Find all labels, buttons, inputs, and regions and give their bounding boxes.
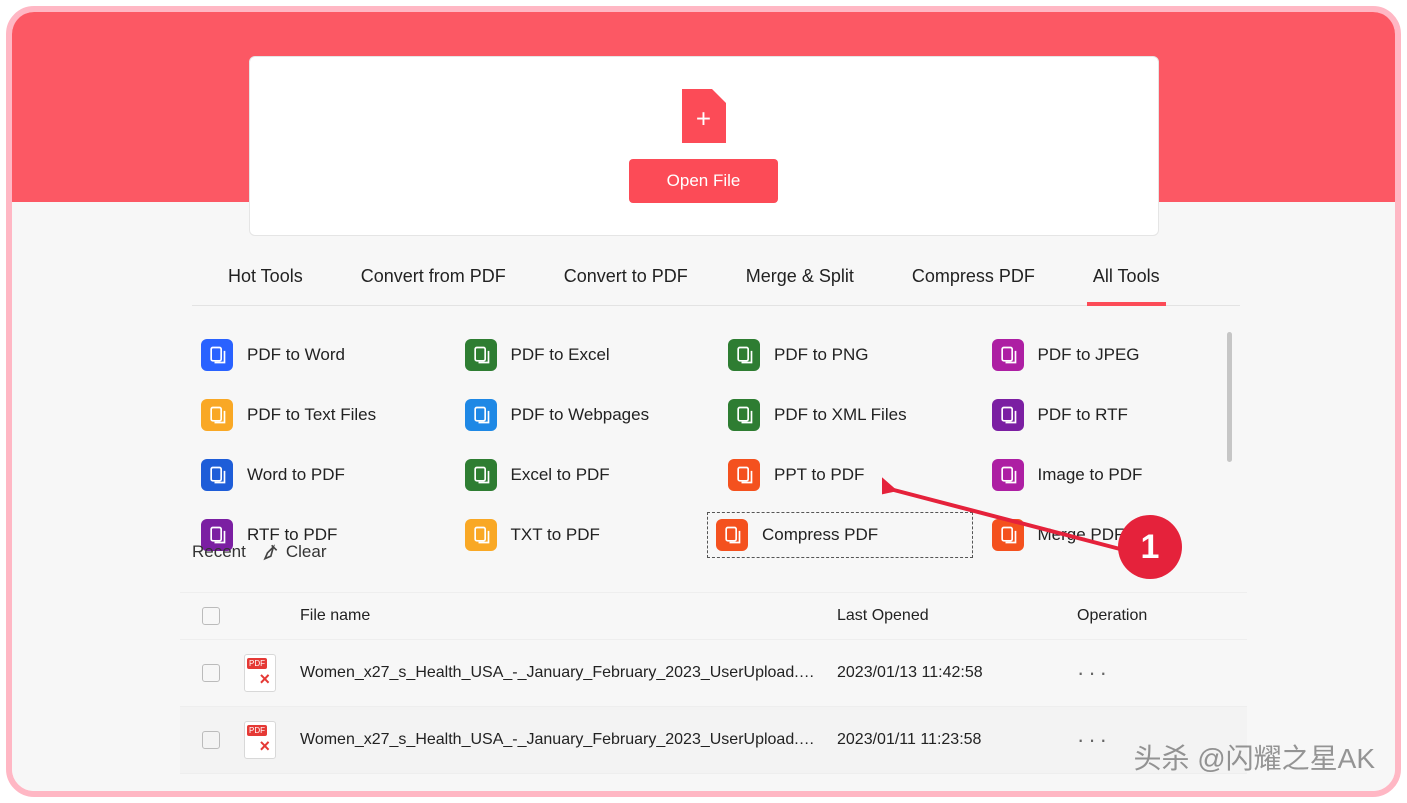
tool-icon [728, 399, 760, 431]
tool-merge-pdf[interactable]: Merge PDF [987, 512, 1237, 558]
tool-pdf-to-xml-files[interactable]: PDF to XML Files [723, 392, 973, 438]
tool-label: Word to PDF [247, 465, 345, 485]
tool-icon [465, 459, 497, 491]
tool-icon [465, 519, 497, 551]
last-opened: 2023/01/11 11:23:58 [837, 731, 1077, 749]
tool-pdf-to-jpeg[interactable]: PDF to JPEG [987, 332, 1237, 378]
open-file-card[interactable]: + Open File [249, 56, 1159, 236]
tool-pdf-to-text-files[interactable]: PDF to Text Files [196, 392, 446, 438]
tool-label: PDF to Webpages [511, 405, 650, 425]
broom-icon [260, 542, 280, 562]
app-window: + Open File Hot Tools Convert from PDF Con… [6, 6, 1401, 797]
tab-from[interactable]: Convert from PDF [361, 252, 506, 305]
tool-icon [992, 519, 1024, 551]
tool-word-to-pdf[interactable]: Word to PDF [196, 452, 446, 498]
col-filename: File name [300, 607, 837, 625]
tool-label: PDF to XML Files [774, 405, 907, 425]
table-row[interactable]: Women_x27_s_Health_USA_-_January_Februar… [180, 640, 1247, 707]
tab-all[interactable]: All Tools [1093, 252, 1160, 305]
tool-image-to-pdf[interactable]: Image to PDF [987, 452, 1237, 498]
pdf-file-icon [244, 721, 276, 759]
tools-grid: PDF to Word PDF to Excel PDF to PNG PDF to … [192, 332, 1240, 558]
row-operations-button[interactable]: ··· [1077, 660, 1237, 686]
tool-label: Merge PDF [1038, 525, 1125, 545]
tab-to[interactable]: Convert to PDF [564, 252, 688, 305]
tool-icon [465, 399, 497, 431]
last-opened: 2023/01/13 11:42:58 [837, 664, 1077, 682]
tool-icon [992, 399, 1024, 431]
tool-icon [992, 459, 1024, 491]
tool-icon [716, 519, 748, 551]
table-row[interactable]: Women_x27_s_Health_USA_-_January_Februar… [180, 707, 1247, 774]
clear-label: Clear [286, 542, 327, 562]
tool-pdf-to-word[interactable]: PDF to Word [196, 332, 446, 378]
tab-comp[interactable]: Compress PDF [912, 252, 1035, 305]
row-checkbox[interactable] [202, 731, 220, 749]
recent-header: Recent Clear [192, 542, 327, 562]
tool-label: PPT to PDF [774, 465, 864, 485]
clear-recent-button[interactable]: Clear [260, 542, 327, 562]
open-file-button[interactable]: Open File [629, 159, 779, 203]
tool-pdf-to-excel[interactable]: PDF to Excel [460, 332, 710, 378]
row-checkbox[interactable] [202, 664, 220, 682]
tool-pdf-to-png[interactable]: PDF to PNG [723, 332, 973, 378]
tool-label: PDF to Text Files [247, 405, 376, 425]
file-name: Women_x27_s_Health_USA_-_January_Februar… [300, 664, 837, 682]
tool-compress-pdf[interactable]: Compress PDF [707, 512, 973, 558]
tool-label: PDF to JPEG [1038, 345, 1140, 365]
add-file-icon: + [682, 89, 726, 143]
tab-merge[interactable]: Merge & Split [746, 252, 854, 305]
tool-label: Compress PDF [762, 525, 878, 545]
tool-label: PDF to PNG [774, 345, 868, 365]
pdf-file-icon [244, 654, 276, 692]
tools-scrollbar[interactable] [1227, 332, 1232, 462]
select-all-checkbox[interactable] [202, 607, 220, 625]
tool-label: PDF to RTF [1038, 405, 1128, 425]
file-name: Women_x27_s_Health_USA_-_January_Februar… [300, 731, 837, 749]
recent-files-table: File name Last Opened Operation Women_x2… [180, 592, 1247, 774]
category-tabs: Hot Tools Convert from PDF Convert to PDF M… [192, 252, 1240, 306]
tool-ppt-to-pdf[interactable]: PPT to PDF [723, 452, 973, 498]
tool-icon [465, 339, 497, 371]
tool-icon [201, 459, 233, 491]
tool-txt-to-pdf[interactable]: TXT to PDF [460, 512, 710, 558]
tool-label: Image to PDF [1038, 465, 1143, 485]
row-operations-button[interactable]: ··· [1077, 727, 1237, 753]
tab-hot[interactable]: Hot Tools [228, 252, 303, 305]
col-last-opened: Last Opened [837, 607, 1077, 625]
tool-excel-to-pdf[interactable]: Excel to PDF [460, 452, 710, 498]
step-badge-1: 1 [1118, 515, 1182, 579]
tool-label: Excel to PDF [511, 465, 610, 485]
tool-label: PDF to Excel [511, 345, 610, 365]
col-operation: Operation [1077, 607, 1237, 625]
tool-icon [992, 339, 1024, 371]
table-header: File name Last Opened Operation [180, 592, 1247, 640]
tool-label: TXT to PDF [511, 525, 600, 545]
tool-icon [728, 339, 760, 371]
recent-label: Recent [192, 542, 246, 562]
tool-icon [201, 339, 233, 371]
tool-pdf-to-webpages[interactable]: PDF to Webpages [460, 392, 710, 438]
tool-pdf-to-rtf[interactable]: PDF to RTF [987, 392, 1237, 438]
tool-icon [201, 399, 233, 431]
tool-icon [728, 459, 760, 491]
tool-label: PDF to Word [247, 345, 345, 365]
